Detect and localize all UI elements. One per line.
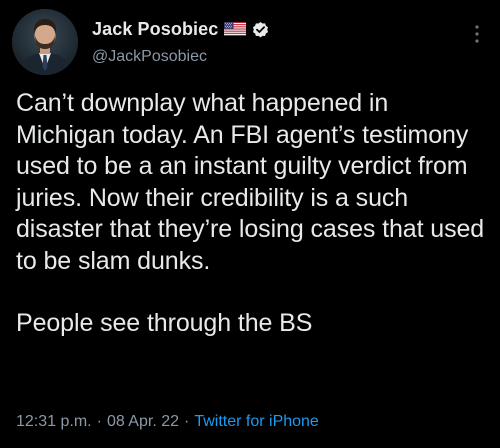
user-avatar-icon — [12, 9, 78, 75]
meta-separator: · — [96, 413, 102, 430]
author-display-name[interactable]: Jack Posobiec — [92, 19, 218, 40]
us-flag-icon — [224, 22, 247, 36]
verified-badge-icon — [251, 20, 270, 39]
tweet-time[interactable]: 12:31 p.m. — [16, 413, 92, 430]
avatar[interactable] — [12, 9, 78, 75]
tweet-meta: 12:31 p.m. · 08 Apr. 22 · Twitter for iPhone — [16, 413, 319, 431]
more-options-icon[interactable] — [470, 22, 484, 46]
author-handle[interactable]: @JackPosobiec — [92, 48, 207, 66]
tweet: Jack Posobiec @JackPosobiec Can’t downpl… — [0, 0, 500, 448]
tweet-source-link[interactable]: Twitter for iPhone — [194, 413, 319, 430]
tweet-paragraph: People see through the BS — [16, 309, 313, 337]
author-name-row: Jack Posobiec — [92, 17, 270, 41]
meta-separator: · — [184, 413, 190, 430]
tweet-date[interactable]: 08 Apr. 22 — [107, 413, 179, 430]
tweet-paragraph: Can’t downplay what happened in Michigan… — [16, 89, 485, 275]
tweet-text: Can’t downplay what happened in Michigan… — [16, 88, 488, 340]
